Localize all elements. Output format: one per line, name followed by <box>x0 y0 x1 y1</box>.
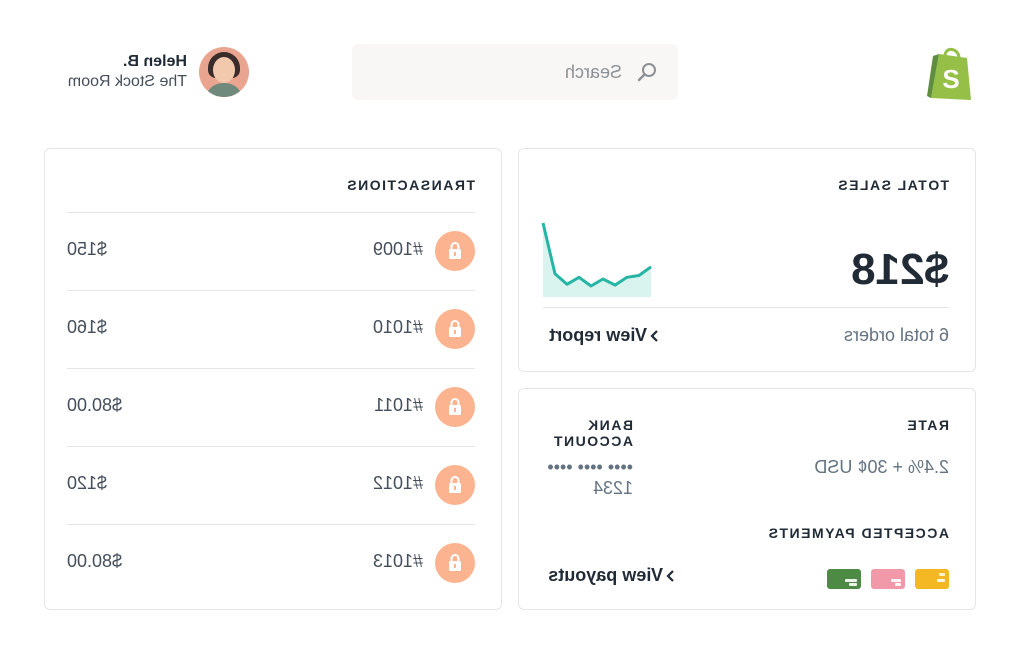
table-row[interactable]: #1012 $120 <box>67 446 475 524</box>
search-icon <box>637 63 656 82</box>
transaction-amount: $150 <box>67 239 108 259</box>
transactions-title: TRANSACTIONS <box>345 177 475 193</box>
search-placeholder: Search <box>564 62 622 82</box>
total-sales-card: TOTAL SALES $218 6 total orders View rep… <box>518 148 976 372</box>
transaction-id: #1010 <box>372 317 423 337</box>
card-green-icon <box>827 569 861 589</box>
transaction-amount: $120 <box>67 473 108 493</box>
total-orders-text: 6 total orders <box>843 325 949 345</box>
lock-icon <box>435 543 475 583</box>
transaction-amount: $80.00 <box>67 395 123 415</box>
view-payouts-link[interactable]: View payouts <box>548 565 685 586</box>
total-sales-title: TOTAL SALES <box>836 177 949 193</box>
view-report-label: View report <box>549 325 647 345</box>
app-screen: S Search Helen B. The Stock Room TOTAL S… <box>0 0 1024 650</box>
rate-title: RATE <box>905 417 949 433</box>
avatar[interactable] <box>199 47 249 97</box>
accepted-payments-title: ACCEPTED PAYMENTS <box>767 525 949 541</box>
transactions-card: TRANSACTIONS #1009 $150 #1010 $160 #1011… <box>44 148 502 610</box>
transaction-amount: $160 <box>67 317 108 337</box>
bank-account-value: •••• •••• •••• 1234 <box>547 457 633 498</box>
transaction-amount: $80.00 <box>67 551 123 571</box>
bank-account-title: BANK ACCOUNT <box>552 417 634 449</box>
transaction-id: #1009 <box>372 239 423 259</box>
transaction-id: #1011 <box>374 395 423 415</box>
transaction-id: #1013 <box>372 551 423 571</box>
table-row[interactable]: #1011 $80.00 <box>67 368 475 446</box>
search-input[interactable]: Search <box>352 44 678 100</box>
divider <box>543 307 949 308</box>
svg-text:S: S <box>942 64 959 94</box>
user-name: Helen B. <box>122 53 187 70</box>
shopify-logo-icon[interactable]: S <box>925 44 975 102</box>
view-report-link[interactable]: View report <box>549 325 669 346</box>
payment-cards <box>827 569 949 589</box>
table-row[interactable]: #1010 $160 <box>67 290 475 368</box>
lock-icon <box>435 465 475 505</box>
user-menu[interactable]: Helen B. The Stock Room <box>68 47 249 97</box>
card-pink-icon <box>871 569 905 589</box>
store-name: The Stock Room <box>67 73 187 90</box>
lock-icon <box>435 309 475 349</box>
lock-icon <box>435 387 475 427</box>
lock-icon <box>435 231 475 271</box>
chevron-right-icon <box>666 569 674 582</box>
chevron-right-icon <box>650 329 658 342</box>
total-sales-value: $218 <box>851 245 949 294</box>
sales-sparkline <box>541 222 652 297</box>
table-row[interactable]: #1013 $80.00 <box>67 524 475 602</box>
transaction-id: #1012 <box>372 473 423 493</box>
rate-value: 2.4% + 30¢ USD <box>814 457 949 477</box>
card-yellow-icon <box>915 569 949 589</box>
table-row[interactable]: #1009 $150 <box>67 212 475 290</box>
view-payouts-label: View payouts <box>548 565 663 585</box>
transactions-list: #1009 $150 #1010 $160 #1011 $80.00 #1012… <box>67 212 475 602</box>
payments-card: RATE 2.4% + 30¢ USD BANK ACCOUNT •••• ••… <box>518 388 976 610</box>
